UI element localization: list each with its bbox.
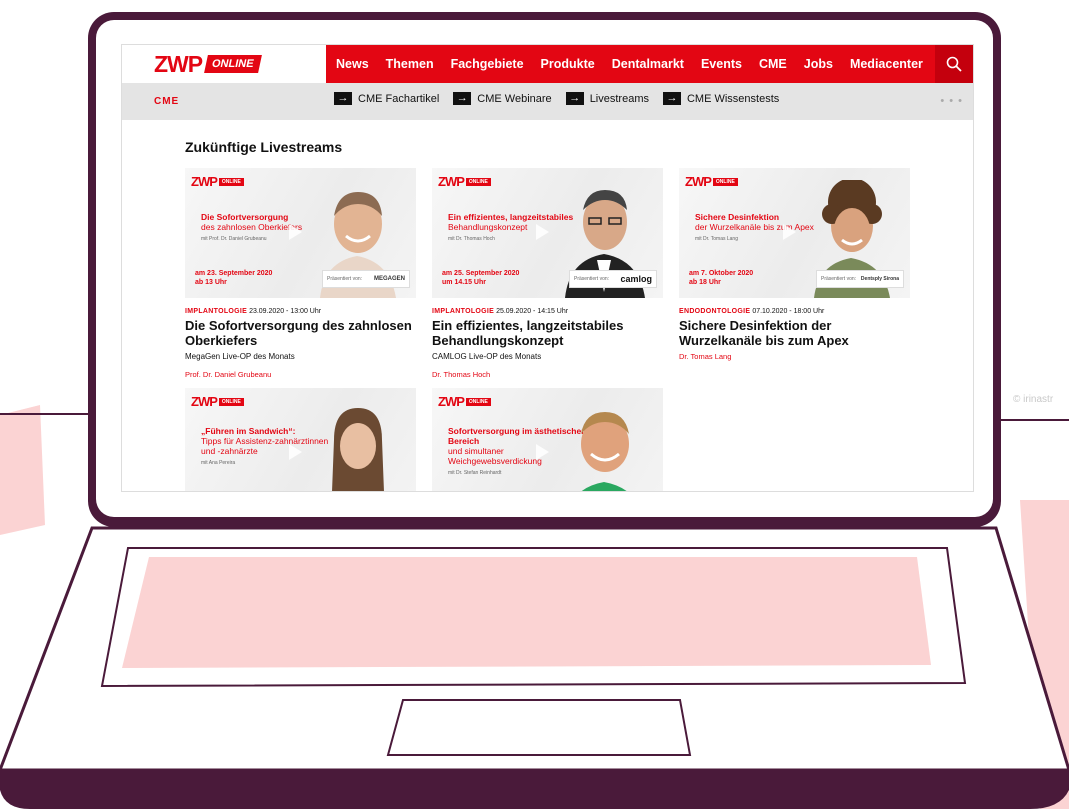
main-nav: News Themen Fachgebiete Produkte Dentalm… — [336, 45, 940, 83]
nav-item-cme[interactable]: CME — [759, 57, 787, 71]
arrow-right-icon: → — [334, 92, 352, 105]
nav-item-events[interactable]: Events — [701, 57, 742, 71]
card-author[interactable]: Dr. Tomas Lang — [679, 352, 910, 361]
sponsor-box: Präsentiert von: Dentsply Sirona — [816, 270, 904, 288]
sponsor-logo: camlog — [620, 274, 652, 284]
search-button[interactable] — [935, 45, 973, 83]
bg-shape — [0, 405, 45, 535]
subnav-item-wissenstests[interactable]: → CME Wissenstests — [662, 92, 780, 105]
card-title[interactable]: Ein effizientes, langzeitstabiles Behand… — [432, 318, 663, 348]
livestream-card[interactable]: ZWP ONLINE Sichere Desinfektion der Wurze… — [679, 168, 910, 361]
play-icon[interactable] — [536, 224, 549, 240]
keyboard-fill — [122, 557, 931, 668]
thumb-date: am 23. September 2020 ab 13 Uhr — [195, 270, 273, 286]
trackpad — [386, 699, 692, 756]
more-icon[interactable]: • • • — [940, 95, 963, 107]
thumb-logo: ZWP ONLINE — [438, 394, 491, 409]
arrow-right-icon: → — [565, 92, 584, 105]
zwp-logo[interactable]: ZWP ONLINE — [154, 51, 262, 77]
search-icon — [946, 56, 962, 72]
thumb-date: am 25. September 2020 um 14.15 Uhr — [442, 270, 520, 286]
nav-item-mediacenter[interactable]: Mediacenter — [850, 57, 923, 71]
card-author[interactable]: Dr. Thomas Hoch — [432, 370, 663, 379]
card-title[interactable]: Die Sofortversorgung des zahnlosen Oberk… — [185, 318, 416, 348]
sub-navigation: CME → CME Fachartikel → CME Webinare → L… — [122, 83, 973, 120]
card-meta: IMPLANTOLOGIE 25.09.2020 - 14:15 Uhr — [432, 308, 569, 315]
card-author[interactable]: Prof. Dr. Daniel Grubeanu — [185, 370, 416, 379]
sponsor-box: Präsentiert von: MEGAGEN — [322, 270, 410, 288]
card-thumbnail[interactable]: ZWP ONLINE „Führen im Sandwich“: Tipps fü… — [185, 388, 416, 491]
section-label[interactable]: CME — [154, 96, 179, 107]
nav-item-jobs[interactable]: Jobs — [804, 57, 833, 71]
speaker-photo — [332, 408, 384, 491]
sponsor-box: Präsentiert von: camlog — [569, 270, 657, 288]
card-subtitle: CAMLOG Live-OP des Monats — [432, 352, 542, 361]
speaker-photo — [581, 412, 629, 491]
play-icon[interactable] — [536, 444, 549, 460]
sponsor-logo: Dentsply Sirona — [860, 276, 899, 282]
subnav-label: CME Fachartikel — [358, 92, 440, 105]
top-navigation: ZWP ONLINE News Themen Fachgebiete Produ… — [122, 45, 973, 83]
nav-item-themen[interactable]: Themen — [386, 57, 434, 71]
card-thumbnail[interactable]: ZWP ONLINE Die Sofortversorgung des zahnl… — [185, 168, 416, 298]
thumb-logo: ZWP ONLINE — [685, 174, 738, 189]
thumb-logo: ZWP ONLINE — [438, 174, 491, 189]
card-title[interactable]: Sichere Desinfektion der Wurzelkanäle bi… — [679, 318, 910, 348]
logo-text: ZWP — [154, 51, 203, 77]
sponsor-logo: MEGAGEN — [373, 276, 405, 282]
card-thumbnail[interactable]: ZWP ONLINE Sofortversorgung im ästhetisch… — [432, 388, 663, 491]
subnav-label: Livestreams — [589, 92, 649, 105]
logo-badge: ONLINE — [204, 55, 262, 73]
subnav-label: CME Webinare — [477, 92, 552, 105]
thumb-date: am 7. Oktober 2020 ab 18 Uhr — [689, 270, 754, 286]
subnav-item-webinare[interactable]: → CME Webinare — [453, 92, 552, 105]
nav-item-fachgebiete[interactable]: Fachgebiete — [451, 57, 524, 71]
livestream-card[interactable]: ZWP ONLINE Ein effizientes, langzeitstabi… — [432, 168, 663, 379]
card-subtitle: MegaGen Live-OP des Monats — [185, 352, 295, 361]
card-thumbnail[interactable]: ZWP ONLINE Sichere Desinfektion der Wurze… — [679, 168, 910, 298]
card-meta: ENDODONTOLOGIE 07.10.2020 - 18:00 Uhr — [679, 308, 825, 315]
arrow-right-icon: → — [662, 92, 681, 105]
nav-item-dentalmarkt[interactable]: Dentalmarkt — [612, 57, 684, 71]
subnav-item-fachartikel[interactable]: → CME Fachartikel — [334, 92, 439, 105]
arrow-right-icon: → — [453, 92, 472, 105]
nav-item-produkte[interactable]: Produkte — [541, 57, 595, 71]
thumb-logo: ZWP ONLINE — [191, 394, 244, 409]
subnav-list: → CME Fachartikel → CME Webinare → Lives… — [334, 92, 793, 105]
subnav-item-livestreams[interactable]: → Livestreams — [565, 92, 649, 105]
page-title: Zukünftige Livestreams — [185, 139, 343, 155]
website-screen: ZWP ONLINE News Themen Fachgebiete Produ… — [121, 44, 974, 492]
thumb-logo: ZWP ONLINE — [191, 174, 244, 189]
livestream-card[interactable]: ZWP ONLINE Die Sofortversorgung des zahnl… — [185, 168, 416, 379]
play-icon[interactable] — [783, 224, 796, 240]
livestream-card[interactable]: ZWP ONLINE „Führen im Sandwich“: Tipps fü… — [185, 388, 416, 491]
copyright-watermark: © irinastr — [1013, 394, 1054, 405]
card-thumbnail[interactable]: ZWP ONLINE Ein effizientes, langzeitstabi… — [432, 168, 663, 298]
card-meta: IMPLANTOLOGIE 23.09.2020 - 13:00 Uhr — [185, 308, 322, 315]
livestream-card[interactable]: ZWP ONLINE Sofortversorgung im ästhetisch… — [432, 388, 663, 491]
play-icon[interactable] — [289, 444, 302, 460]
play-icon[interactable] — [289, 224, 302, 240]
subnav-label: CME Wissenstests — [686, 92, 780, 105]
nav-item-news[interactable]: News — [336, 57, 369, 71]
